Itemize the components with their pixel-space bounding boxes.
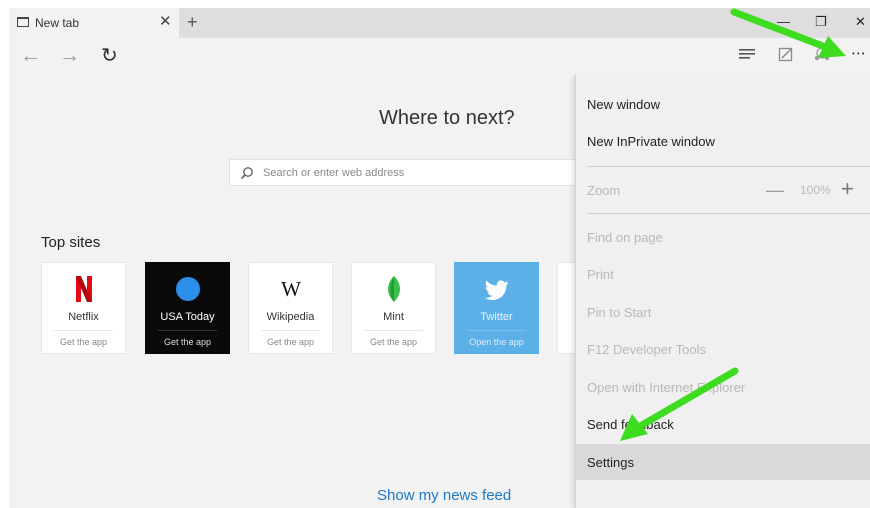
zoom-level: 100% xyxy=(800,183,831,197)
tile-name: Netflix xyxy=(68,311,99,323)
share-icon[interactable] xyxy=(813,46,831,67)
tile-action[interactable]: Open the app xyxy=(455,337,538,347)
more-actions-button[interactable]: ⋯ xyxy=(851,45,867,63)
menu-item-label: Send feedback xyxy=(587,417,674,432)
menu-item-label: Zoom xyxy=(587,183,621,198)
menu-item-label: Find on page xyxy=(587,230,663,245)
tab-new-tab[interactable]: New tab ✕ xyxy=(9,8,179,38)
forward-button[interactable]: → xyxy=(59,43,80,69)
tile-name: Mint xyxy=(383,311,404,323)
menu-divider xyxy=(587,213,870,214)
menu-item-label: Print xyxy=(587,267,614,282)
browser-window: New tab ✕ + — ❐ ✕ ← → ↻ ⋯ Where to next?… xyxy=(9,8,870,508)
tile-divider xyxy=(54,330,113,331)
mint-logo xyxy=(352,273,435,305)
tile-divider xyxy=(364,330,423,331)
tab-bar: New tab ✕ + — ❐ ✕ xyxy=(9,8,870,38)
tile-action[interactable]: Get the app xyxy=(249,337,332,347)
page-heading: Where to next? xyxy=(379,107,515,129)
new-tab-button[interactable]: + xyxy=(187,11,198,33)
reading-list-icon[interactable] xyxy=(738,46,756,67)
menu-item-new-inprivate-window[interactable]: New InPrivate window xyxy=(576,123,870,159)
page-icon xyxy=(17,17,29,27)
menu-item-label: F12 Developer Tools xyxy=(587,342,706,357)
menu-item-label: Pin to Start xyxy=(587,305,652,320)
menu-item-new-window[interactable]: New window xyxy=(576,86,870,122)
tile-action[interactable]: Get the app xyxy=(42,337,125,347)
menu-item-label: New window xyxy=(587,97,660,112)
zoom-in-button[interactable]: + xyxy=(841,178,854,200)
zoom-out-button[interactable]: — xyxy=(766,181,784,199)
menu-divider xyxy=(587,166,870,167)
menu-item-open-with-internet-explorer: Open with Internet Explorer xyxy=(576,369,870,405)
wikipedia-logo: W xyxy=(249,273,332,305)
more-actions-menu: New window New InPrivate window Zoom — 1… xyxy=(575,74,870,508)
tile-name: USA Today xyxy=(160,311,215,323)
refresh-button[interactable]: ↻ xyxy=(101,43,118,69)
tile-divider xyxy=(467,330,526,331)
svg-text:W: W xyxy=(281,278,301,300)
tile-divider xyxy=(261,330,320,331)
netflix-logo xyxy=(42,273,125,305)
search-box[interactable] xyxy=(229,159,589,186)
close-window-button[interactable]: ✕ xyxy=(855,14,866,30)
navigation-bar: ← → ↻ ⋯ xyxy=(9,38,870,76)
search-input[interactable] xyxy=(263,164,583,182)
tile-name: Wikipedia xyxy=(266,311,315,323)
tab-title: New tab xyxy=(35,16,80,30)
menu-item-label: Settings xyxy=(587,455,634,470)
menu-item-pin-to-start: Pin to Start xyxy=(576,294,870,330)
menu-item-settings[interactable]: Settings xyxy=(576,444,870,480)
menu-item-f12-developer-tools: F12 Developer Tools xyxy=(576,331,870,367)
minimize-button[interactable]: — xyxy=(777,14,790,30)
top-site-tile-wikipedia[interactable]: W Wikipedia Get the app xyxy=(248,262,333,354)
tile-name: Twitter xyxy=(480,311,513,323)
menu-item-zoom: Zoom — 100% + xyxy=(576,172,870,208)
top-site-tile-mint[interactable]: Mint Get the app xyxy=(351,262,436,354)
twitter-logo xyxy=(455,273,538,305)
close-tab-icon[interactable]: ✕ xyxy=(159,13,172,31)
menu-item-label: New InPrivate window xyxy=(587,134,715,149)
tile-action[interactable]: Get the app xyxy=(352,337,435,347)
top-site-tile-twitter[interactable]: Twitter Open the app xyxy=(454,262,539,354)
menu-item-print: Print xyxy=(576,256,870,292)
search-icon xyxy=(240,166,254,185)
show-news-feed-link[interactable]: Show my news feed xyxy=(377,487,511,504)
tile-action[interactable]: Get the app xyxy=(146,337,229,347)
top-sites-title: Top sites xyxy=(41,234,101,251)
restore-button[interactable]: ❐ xyxy=(815,14,827,30)
menu-item-label: Open with Internet Explorer xyxy=(587,380,746,395)
usa-today-logo xyxy=(146,273,229,305)
back-button[interactable]: ← xyxy=(20,43,41,69)
menu-item-find-on-page: Find on page xyxy=(576,219,870,255)
menu-item-send-feedback[interactable]: Send feedback xyxy=(576,406,870,442)
top-site-tile-netflix[interactable]: Netflix Get the app xyxy=(41,262,126,354)
top-site-tile-usa-today[interactable]: USA Today Get the app xyxy=(145,262,230,354)
web-note-icon[interactable] xyxy=(778,46,794,67)
tile-divider xyxy=(158,330,217,331)
